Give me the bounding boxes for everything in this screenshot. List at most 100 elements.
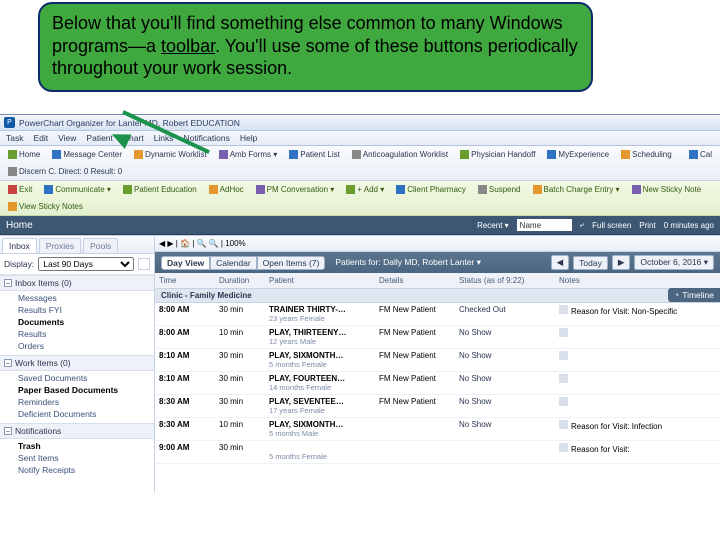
tab-pools[interactable]: Pools (83, 238, 118, 253)
sidebar-item-trash[interactable]: Trash (18, 441, 152, 451)
column-headers: Time Duration Patient Details Status (as… (155, 273, 720, 289)
sidebar-item-documents[interactable]: Documents (18, 317, 152, 327)
sidebar-item-results[interactable]: Results (18, 329, 152, 339)
toolbar-adhoc[interactable]: AdHoc (205, 183, 248, 196)
view-segments: Day ViewCalendarOpen Items (7) (161, 256, 325, 270)
main-top-icons[interactable]: ◀ ▶ | 🏠 | 🔍 🔍 | 100% (159, 239, 246, 248)
note-icon (559, 420, 568, 429)
recent-dropdown[interactable]: Recent ▾ (477, 221, 509, 230)
schedule-row[interactable]: 9:00 AM30 min5 months FemaleReason for V… (155, 441, 720, 464)
toolbar-cal[interactable]: Cal (685, 148, 716, 161)
toolbar-add[interactable]: + Add ▾ (342, 183, 388, 196)
refresh-time[interactable]: 0 minutes ago (664, 221, 714, 230)
note-icon (559, 328, 568, 337)
segment-calendar[interactable]: Calendar (210, 256, 257, 270)
display-label: Display: (4, 259, 34, 269)
section-work-items-0-[interactable]: –Work Items (0) (0, 355, 154, 371)
search-go-button[interactable]: ⤶ (580, 220, 584, 230)
display-filter: Display: Last 90 Days (0, 254, 154, 275)
collapse-icon: – (4, 279, 12, 287)
sidebar-item-deficient-documents[interactable]: Deficient Documents (18, 409, 152, 419)
section-inbox-items-0-[interactable]: –Inbox Items (0) (0, 275, 154, 291)
sidebar-item-results-fyi[interactable]: Results FYI (18, 305, 152, 315)
col-notes[interactable]: Notes (555, 273, 720, 288)
name-search-input[interactable]: Name (517, 219, 572, 231)
schedule-row[interactable]: 8:10 AM30 minPLAY, SIXMONTH…5 months Fem… (155, 349, 720, 372)
sidebar-item-saved-documents[interactable]: Saved Documents (18, 373, 152, 383)
collapse-icon: – (4, 427, 12, 435)
dynamic-icon (134, 150, 143, 159)
menu-help[interactable]: Help (240, 133, 257, 143)
workspace: InboxProxiesPools Display: Last 90 Days … (0, 235, 720, 493)
sidebar-item-notify-receipts[interactable]: Notify Receipts (18, 465, 152, 475)
toolbar-batch-charge-entry[interactable]: Batch Charge Entry ▾ (529, 183, 624, 196)
toolbar-message-center[interactable]: Message Center (48, 148, 126, 161)
note-icon (559, 305, 568, 314)
toolbar-view-sticky-notes[interactable]: View Sticky Notes (4, 200, 87, 213)
toolbar-new-sticky-note[interactable]: New Sticky Note (628, 183, 706, 196)
sidebar-item-paper-based-documents[interactable]: Paper Based Documents (18, 385, 152, 395)
col-duration[interactable]: Duration (215, 273, 265, 288)
toolbar-patient-list[interactable]: Patient List (285, 148, 344, 161)
sidebar-item-sent-items[interactable]: Sent Items (18, 453, 152, 463)
datenav-[interactable]: ◀ (551, 255, 570, 270)
sidebar-item-messages[interactable]: Messages (18, 293, 152, 303)
schedule-row[interactable]: 8:00 AM30 minTRAINER THIRTY-…23 years Fe… (155, 303, 720, 326)
toolbar-scheduling[interactable]: Scheduling (617, 148, 676, 161)
sidebar-item-reminders[interactable]: Reminders (18, 397, 152, 407)
menu-edit[interactable]: Edit (33, 133, 48, 143)
schedule-row[interactable]: 8:30 AM30 minPLAY, SEVENTEE…17 years Fem… (155, 395, 720, 418)
toolbar-physician-handoff[interactable]: Physician Handoff (456, 148, 539, 161)
segment-open-items-7-[interactable]: Open Items (7) (257, 256, 326, 270)
menu-view[interactable]: View (58, 133, 76, 143)
toolbar-discern-c-direct-0-result-0[interactable]: Discern C. Direct: 0 Result: 0 (4, 165, 126, 178)
datenav-[interactable]: ▶ (612, 255, 631, 270)
note-icon (559, 351, 568, 360)
sidebar-item-orders[interactable]: Orders (18, 341, 152, 351)
datenav-october62016[interactable]: October 6, 2016 ▾ (634, 255, 714, 270)
scheduling-icon (621, 150, 630, 159)
tab-inbox[interactable]: Inbox (2, 238, 37, 253)
toolbar-myexperience[interactable]: MyExperience (543, 148, 613, 161)
toolbar-communicate[interactable]: Communicate ▾ (40, 183, 115, 196)
toolbar-pm-conversation[interactable]: PM Conversation ▾ (252, 183, 339, 196)
home-icon (8, 150, 17, 159)
display-select[interactable]: Last 90 Days (38, 257, 134, 271)
sidebar: InboxProxiesPools Display: Last 90 Days … (0, 236, 155, 493)
toolbar-patient-education[interactable]: Patient Education (119, 183, 201, 196)
main-toolbar: ◀ ▶ | 🏠 | 🔍 🔍 | 100% (155, 236, 720, 252)
toolbar-dynamic-worklist[interactable]: Dynamic Worklist (130, 148, 211, 161)
+-icon (346, 185, 355, 194)
toolbar-anticoagulation-worklist[interactable]: Anticoagulation Worklist (348, 148, 452, 161)
toolbar-home[interactable]: Home (4, 148, 44, 161)
main-panel: ◀ ▶ | 🏠 | 🔍 🔍 | 100% Day ViewCalendarOpe… (155, 236, 720, 493)
col-time[interactable]: Time (155, 273, 215, 288)
patients-for-label[interactable]: Patients for: Dally MD, Robert Lanter ▾ (335, 257, 481, 268)
display-more-button[interactable] (138, 258, 150, 270)
schedule-row[interactable]: 8:00 AM10 minPLAY, THIRTEENY…12 years Ma… (155, 326, 720, 349)
toolbar-exit[interactable]: Exit (4, 183, 36, 196)
myexperience-icon (547, 150, 556, 159)
col-status[interactable]: Status (as of 9:22) (455, 273, 555, 288)
toolbar-suspend[interactable]: Suspend (474, 183, 525, 196)
client-icon (396, 185, 405, 194)
section-notifications[interactable]: –Notifications (0, 423, 154, 439)
amb-icon (219, 150, 228, 159)
toolbar-amb-forms[interactable]: Amb Forms ▾ (215, 148, 282, 161)
tab-proxies[interactable]: Proxies (39, 238, 81, 253)
col-details[interactable]: Details (375, 273, 455, 288)
app-window: P PowerChart Organizer for Lanter MD, Ro… (0, 114, 720, 493)
note-icon (559, 397, 568, 406)
timeline-tab[interactable]: Timeline (668, 288, 720, 302)
segment-day-view[interactable]: Day View (161, 256, 210, 270)
pm-icon (256, 185, 265, 194)
toolbar-client-pharmacy[interactable]: Client Pharmacy (392, 183, 470, 196)
fullscreen-button[interactable]: Full screen (592, 221, 631, 230)
col-patient[interactable]: Patient (265, 273, 375, 288)
schedule-row[interactable]: 8:30 AM10 minPLAY, SIXMONTH…5 months Mal… (155, 418, 720, 441)
adhoc-icon (209, 185, 218, 194)
menu-task[interactable]: Task (6, 133, 23, 143)
print-button[interactable]: Print (639, 221, 655, 230)
datenav-today[interactable]: Today (573, 256, 608, 270)
schedule-row[interactable]: 8:10 AM30 minPLAY, FOURTEEN…14 months Fe… (155, 372, 720, 395)
